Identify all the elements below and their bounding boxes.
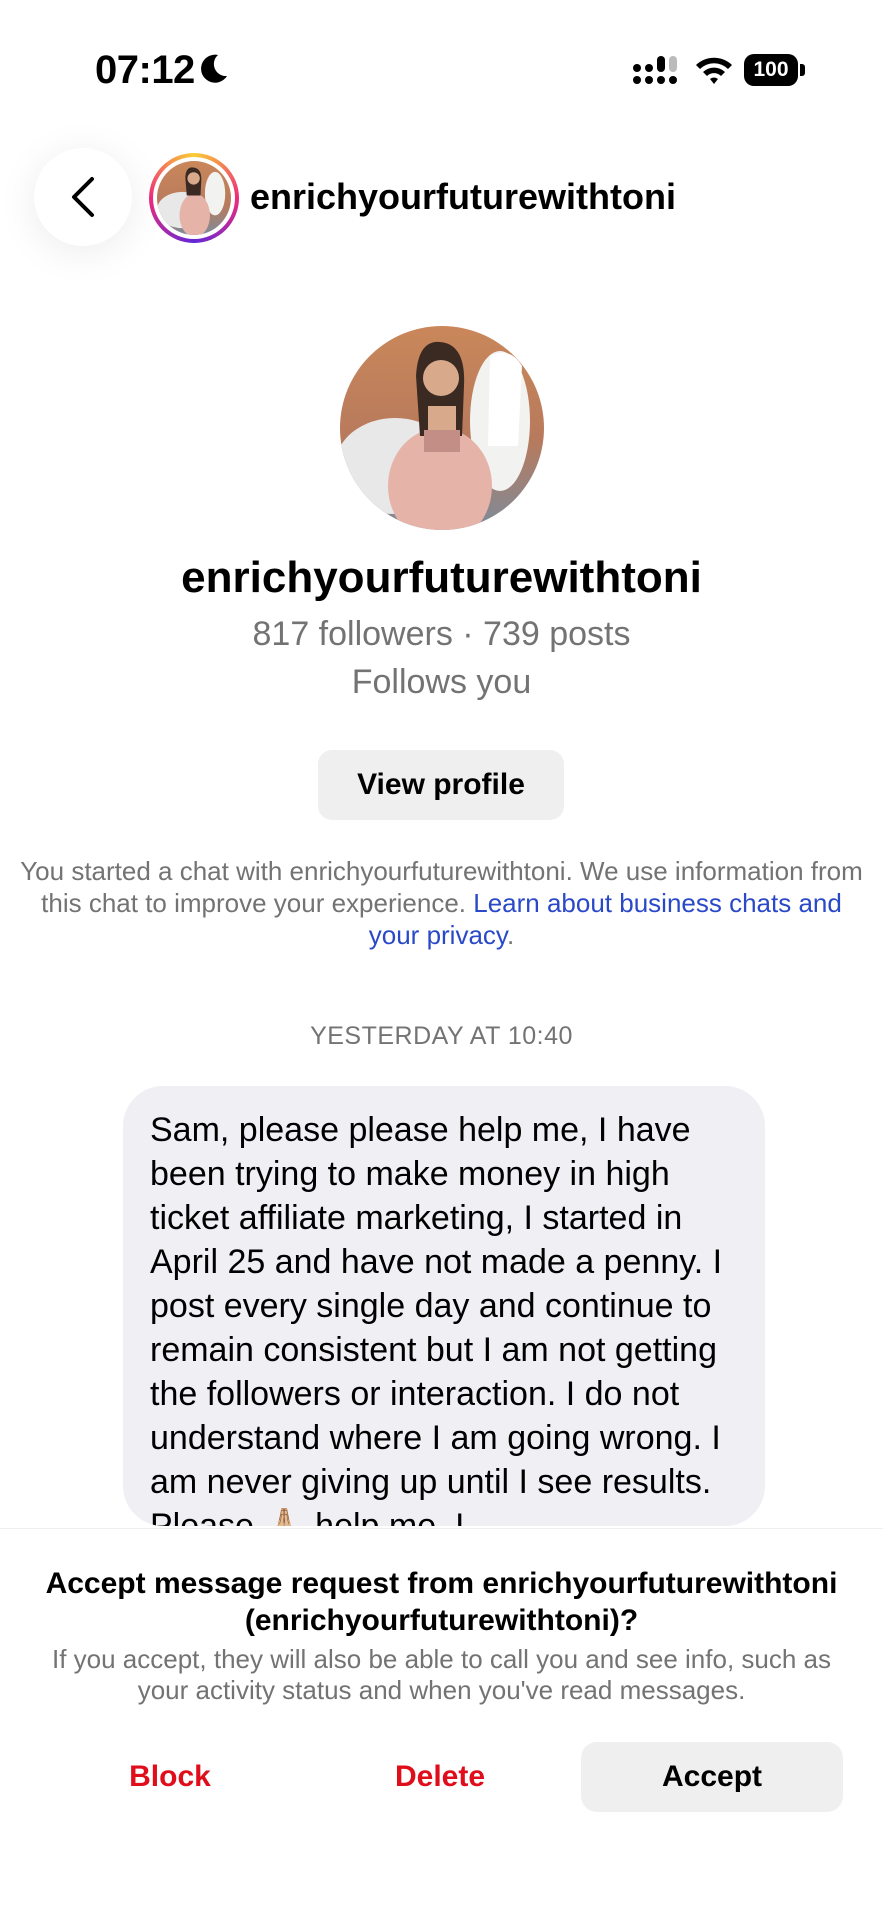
follows-you-label: Follows you xyxy=(351,663,532,701)
profile-stats: 817 followers · 739 posts xyxy=(252,615,631,653)
moon-icon xyxy=(201,54,227,83)
view-profile-button[interactable]: View profile xyxy=(318,750,564,820)
profile-name: enrichyourfuturewithtoni xyxy=(181,553,702,602)
profile-photo-large xyxy=(340,326,544,530)
header-avatar[interactable] xyxy=(149,153,239,243)
request-subtitle: If you accept, they will also be able to… xyxy=(51,1644,831,1705)
message-bubble[interactable]: Sam, please please help me, I have been … xyxy=(123,1086,765,1526)
wifi-icon xyxy=(696,57,732,84)
message-text: Sam, please please help me, I have been … xyxy=(150,1111,723,1526)
battery-icon: 100 xyxy=(744,54,806,86)
chat-privacy-notice: You started a chat with enrichyourfuture… xyxy=(16,855,867,951)
profile-avatar[interactable] xyxy=(340,326,544,530)
battery-level: 100 xyxy=(744,54,798,86)
header-username[interactable]: enrichyourfuturewithtoni xyxy=(250,176,676,218)
message-timestamp: YESTERDAY AT 10:40 xyxy=(310,1022,573,1050)
chevron-left-icon xyxy=(72,177,94,217)
privacy-notice-period: . xyxy=(507,920,515,950)
accept-button[interactable]: Accept xyxy=(581,1742,843,1812)
status-time: 07:12 xyxy=(95,48,195,92)
cellular-signal-icon xyxy=(633,56,677,84)
block-button[interactable]: Block xyxy=(70,1742,270,1812)
delete-button[interactable]: Delete xyxy=(340,1742,540,1812)
request-title: Accept message request from enrichyourfu… xyxy=(45,1567,838,1637)
profile-photo xyxy=(157,161,231,235)
message-request-panel: Accept message request from enrichyourfu… xyxy=(0,1528,883,1921)
back-button[interactable] xyxy=(34,148,132,246)
